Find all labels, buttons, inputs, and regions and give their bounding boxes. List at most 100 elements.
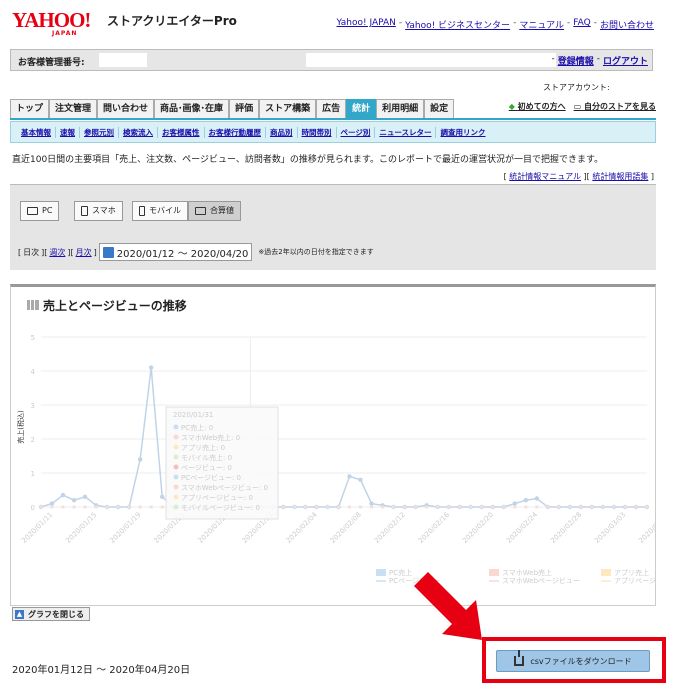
y-axis-label: 売上(税込) xyxy=(16,410,25,444)
y-tick-label: 2 xyxy=(31,436,35,444)
data-point xyxy=(137,457,143,462)
range-daily[interactable]: 日次 xyxy=(23,247,39,258)
y-tick-label: 3 xyxy=(31,402,35,410)
x-tick-label: 2020/02/28 xyxy=(549,511,583,545)
subnav-search[interactable]: 検索流入 xyxy=(119,126,158,138)
device-pc-button[interactable]: PC xyxy=(20,201,60,221)
subnav-customer-attr[interactable]: お客様属性 xyxy=(158,126,205,138)
zero-marker xyxy=(425,505,429,509)
zero-marker xyxy=(94,505,98,509)
close-chart-button[interactable]: ▲ グラフを閉じる xyxy=(12,607,90,621)
link-faq[interactable]: FAQ xyxy=(573,18,590,31)
series-line xyxy=(40,367,647,508)
device-mobile-button[interactable]: モバイル xyxy=(132,201,188,221)
zero-marker xyxy=(381,505,385,509)
date-range-input[interactable]: 2020/01/12 ～ 2020/04/20 xyxy=(98,243,253,261)
device-smartphone-button[interactable]: スマホ xyxy=(74,201,123,221)
monitor-icon: ▭ xyxy=(573,102,584,111)
zero-marker xyxy=(392,505,396,509)
legend-entry: アプリページビュー xyxy=(614,576,655,585)
subnav-hourly[interactable]: 時間帯別 xyxy=(298,126,337,138)
zero-marker xyxy=(359,505,363,509)
subnav-basic[interactable]: 基本情報 xyxy=(17,126,56,138)
data-point xyxy=(512,501,517,506)
device-total-button[interactable]: 合算値 xyxy=(188,201,241,221)
subnav-product[interactable]: 商品別 xyxy=(266,126,298,138)
sub-nav: 基本情報 速報 参照元別 検索流入 お客様属性 お客様行動履歴 商品別 時間帯別… xyxy=(10,121,656,143)
data-point xyxy=(369,501,374,506)
y-tick-label: 1 xyxy=(31,470,35,478)
tab-orders[interactable]: 注文管理 xyxy=(49,99,98,118)
tab-statistics[interactable]: 統計 xyxy=(346,99,377,118)
main-nav: トップ 注文管理 問い合わせ 商品･画像･在庫 評価 ストア構築 広告 統計 利… xyxy=(10,99,656,120)
account-label: お客様管理番号: xyxy=(18,58,85,68)
range-note: ※過去2年以内の日付を指定できます xyxy=(258,248,374,256)
data-point xyxy=(358,477,363,482)
tab-store-build[interactable]: ストア構築 xyxy=(259,99,317,118)
subnav-newsletter[interactable]: ニュースレター xyxy=(375,126,437,138)
tooltip-row: スマホWeb売上: 0 xyxy=(181,433,240,442)
account-bar: お客様管理番号: - 登録情報 - ログアウト xyxy=(10,49,653,71)
yahoo-japan-logo[interactable]: YAHOO! JAPAN xyxy=(12,9,104,37)
tab-ads[interactable]: 広告 xyxy=(316,99,347,118)
pc-icon xyxy=(27,207,38,215)
range-weekly[interactable]: 週次 xyxy=(49,247,65,258)
legend-swatch xyxy=(376,569,386,576)
zero-marker xyxy=(579,505,583,509)
page-description: 直近100日間の主要項目「売上、注文数、ページビュー、訪問者数」の推移が見られま… xyxy=(12,155,604,165)
link-business-center[interactable]: Yahoo! ビジネスセンター xyxy=(405,18,510,31)
stats-manual-link[interactable]: 統計情報マニュアル xyxy=(509,172,581,181)
subnav-customer-history[interactable]: お客様行動履歴 xyxy=(205,126,266,138)
zero-marker xyxy=(524,505,528,509)
sales-pageview-chart[interactable]: 0 1 2 3 4 5 売上(税込) 2020/01/11 2020/01/15 2020/01/… xyxy=(11,307,655,607)
legend-swatch xyxy=(601,569,611,576)
logout-link[interactable]: ログアウト xyxy=(603,54,648,67)
beginners-link[interactable]: ◆ 初めての方へ xyxy=(509,101,566,112)
tooltip-date: 2020/01/31 xyxy=(173,411,213,419)
brand-title: ストアクリエイターPro xyxy=(107,14,237,28)
zero-marker xyxy=(535,505,539,509)
subnav-referrer[interactable]: 参照元別 xyxy=(80,126,119,138)
csv-download-button[interactable]: csvファイルをダウンロード xyxy=(496,650,650,672)
download-icon xyxy=(514,650,525,666)
data-point xyxy=(347,474,352,479)
zero-marker xyxy=(72,505,76,509)
tooltip-row: アプリページビュー: 0 xyxy=(181,493,253,502)
tooltip-row: PC売上: 0 xyxy=(181,423,213,432)
legend-swatch xyxy=(489,569,499,576)
registration-link[interactable]: 登録情報 xyxy=(558,54,594,67)
legend-entry: スマホWebページビュー xyxy=(502,576,580,585)
tab-top[interactable]: トップ xyxy=(10,99,50,118)
data-point xyxy=(534,496,540,501)
tab-inquiries[interactable]: 問い合わせ xyxy=(97,99,155,118)
tooltip-dot xyxy=(173,454,179,460)
tab-settings[interactable]: 設定 xyxy=(424,99,455,118)
range-monthly[interactable]: 月次 xyxy=(76,247,92,258)
x-tick-label: 2020/02/20 xyxy=(461,511,495,545)
x-tick-label: 2020/02/24 xyxy=(505,510,540,545)
tooltip-row: モバイルページビュー: 0 xyxy=(181,503,260,512)
zero-marker xyxy=(314,505,318,509)
subnav-flash[interactable]: 速報 xyxy=(56,126,80,138)
subnav-page[interactable]: ページ別 xyxy=(337,126,376,138)
zero-marker xyxy=(292,505,296,509)
stats-glossary-link[interactable]: 統計情報用語集 xyxy=(592,172,648,181)
zero-marker xyxy=(645,505,649,509)
link-yahoo-japan[interactable]: Yahoo! JAPAN xyxy=(336,18,395,31)
data-point xyxy=(60,492,66,498)
x-tick-label: 2020/02/12 xyxy=(373,511,407,545)
calendar-icon xyxy=(102,246,114,258)
view-store-link[interactable]: ▭ 自分のストアを見る xyxy=(574,101,656,112)
zero-marker xyxy=(590,505,594,509)
control-panel: PC スマホ モバイル 合算値 [日次][ 週次][ 月次] 2020/01/1… xyxy=(10,184,656,270)
subnav-research-link[interactable]: 調査用リンク xyxy=(436,127,489,138)
tab-reviews[interactable]: 評価 xyxy=(229,99,260,118)
link-manual[interactable]: マニュアル xyxy=(519,18,564,31)
red-arrow-annotation xyxy=(414,572,482,640)
tab-billing[interactable]: 利用明細 xyxy=(376,99,425,118)
zero-marker xyxy=(458,505,462,509)
date-range-row: [日次][ 週次][ 月次] 2020/01/12 ～ 2020/04/20 ※… xyxy=(18,243,374,261)
tab-products[interactable]: 商品･画像･在庫 xyxy=(154,99,230,118)
zero-marker xyxy=(138,505,142,509)
link-contact[interactable]: お問い合わせ xyxy=(600,18,654,31)
